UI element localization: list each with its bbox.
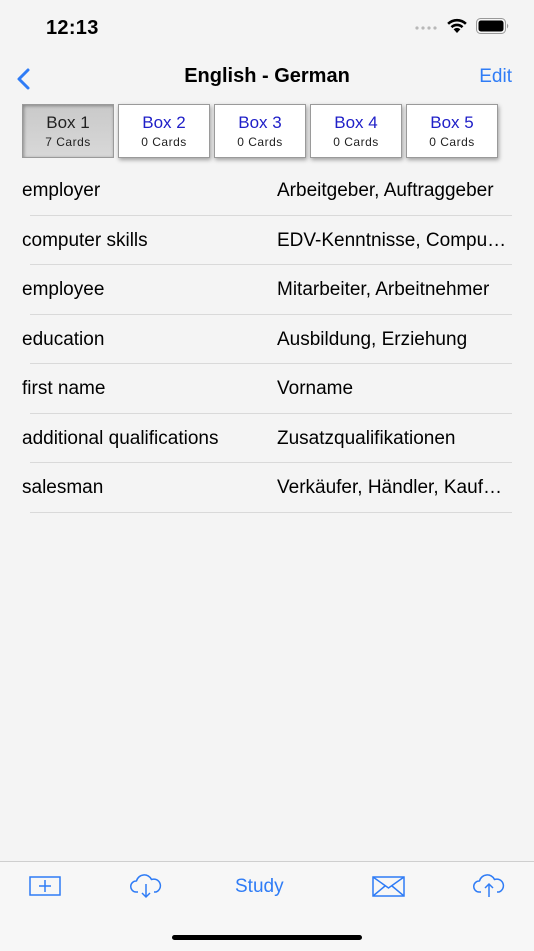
mail-button[interactable] bbox=[372, 876, 405, 903]
box-label: Box 2 bbox=[142, 113, 186, 132]
box-label: Box 3 bbox=[238, 113, 282, 132]
upload-button[interactable] bbox=[472, 873, 506, 904]
status-time: 12:13 bbox=[46, 17, 99, 39]
download-button[interactable] bbox=[129, 873, 163, 904]
box-label: Box 5 bbox=[430, 113, 474, 132]
box-selector: Box 1 7 Cards Box 2 0 Cards Box 3 0 Card… bbox=[22, 104, 498, 160]
box-card-count: 0 Cards bbox=[237, 135, 283, 149]
cloud-download-icon bbox=[130, 874, 162, 899]
box-card-count: 0 Cards bbox=[429, 135, 475, 149]
page-title: English - German bbox=[184, 65, 350, 87]
box-3-button[interactable]: Box 3 0 Cards bbox=[214, 104, 306, 158]
card-row[interactable]: first name Vorname bbox=[0, 364, 534, 414]
box-card-count: 7 Cards bbox=[45, 135, 91, 149]
card-row[interactable]: additional qualifications Zusatzqualifik… bbox=[0, 414, 534, 464]
card-row[interactable]: education Ausbildung, Erziehung bbox=[0, 315, 534, 365]
box-5-button[interactable]: Box 5 0 Cards bbox=[406, 104, 498, 158]
card-german: Arbeitgeber, Auftraggeber bbox=[277, 180, 494, 201]
card-row[interactable]: employer Arbeitgeber, Auftraggeber bbox=[0, 166, 534, 216]
card-english: employee bbox=[22, 279, 105, 300]
wifi-icon bbox=[447, 18, 467, 33]
card-row[interactable]: employee Mitarbeiter, Arbeitnehmer bbox=[0, 265, 534, 315]
mail-icon bbox=[372, 876, 405, 897]
card-german: Vorname bbox=[277, 378, 354, 399]
card-german: Mitarbeiter, Arbeitnehmer bbox=[277, 279, 490, 300]
status-icons bbox=[414, 18, 510, 34]
add-card-button[interactable] bbox=[29, 876, 61, 903]
card-german: Zusatzqualifikationen bbox=[277, 427, 456, 449]
add-card-icon bbox=[29, 876, 61, 896]
box-card-count: 0 Cards bbox=[333, 135, 379, 149]
box-4-button[interactable]: Box 4 0 Cards bbox=[310, 104, 402, 158]
home-indicator[interactable] bbox=[172, 935, 362, 940]
box-2-button[interactable]: Box 2 0 Cards bbox=[118, 104, 210, 158]
card-english: education bbox=[22, 328, 105, 350]
card-list: employer Arbeitgeber, Auftraggeber compu… bbox=[0, 166, 534, 513]
box-label: Box 4 bbox=[334, 113, 378, 132]
card-row[interactable]: salesman Verkäufer, Händler, Kaufmann bbox=[0, 463, 534, 513]
card-english: salesman bbox=[22, 477, 104, 498]
study-button[interactable]: Study bbox=[235, 876, 284, 898]
card-english: additional qualifications bbox=[22, 427, 219, 449]
box-card-count: 0 Cards bbox=[141, 135, 187, 149]
card-german: Ausbildung, Erziehung bbox=[277, 328, 468, 350]
box-label: Box 1 bbox=[46, 113, 90, 132]
battery-icon bbox=[476, 18, 509, 34]
edit-button[interactable]: Edit bbox=[479, 66, 512, 88]
status-bar: 12:13 bbox=[0, 0, 534, 56]
card-english: employer bbox=[22, 180, 101, 201]
navigation-bar: English - German Edit bbox=[0, 56, 534, 102]
card-english: computer skills bbox=[22, 229, 148, 251]
box-1-button[interactable]: Box 1 7 Cards bbox=[22, 104, 114, 158]
card-row[interactable]: computer skills EDV-Kenntnisse, Computer… bbox=[0, 216, 534, 266]
cloud-upload-icon bbox=[473, 874, 505, 897]
card-german: Verkäufer, Händler, Kaufmann bbox=[277, 477, 511, 498]
cellular-signal-icon bbox=[415, 26, 437, 30]
card-german: EDV-Kenntnisse, Computerkenntnisse bbox=[277, 229, 511, 251]
card-english: first name bbox=[22, 378, 106, 399]
